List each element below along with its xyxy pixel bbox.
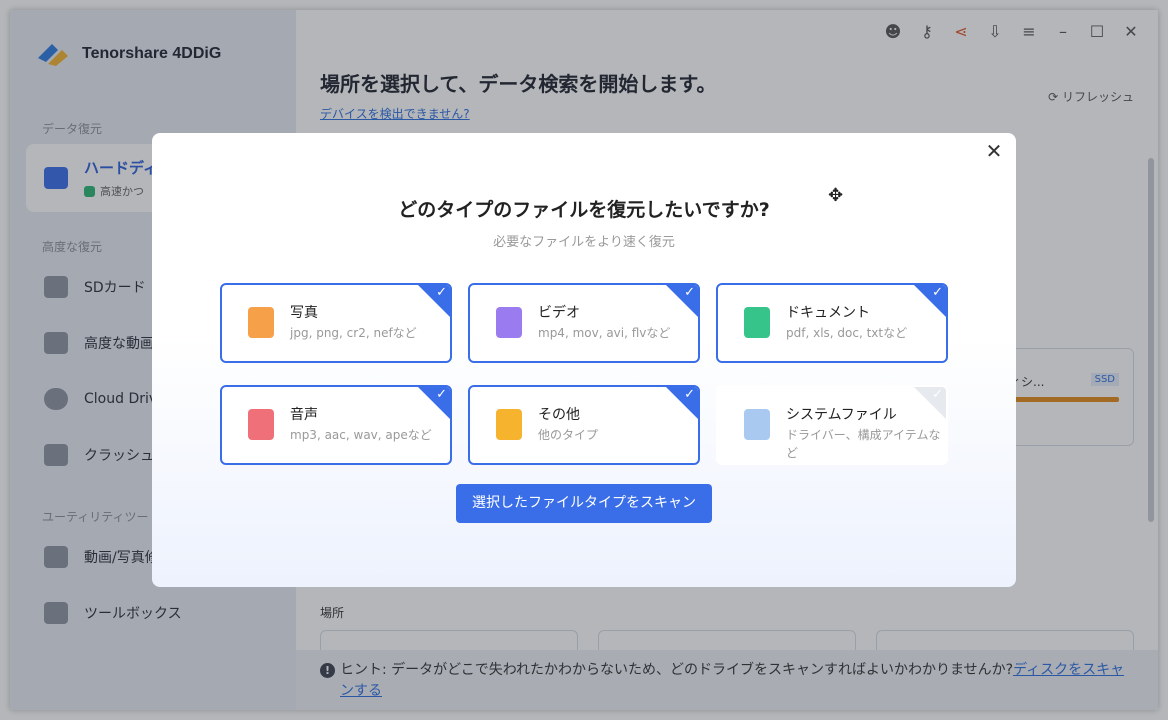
checkmark-icon: ✓ xyxy=(684,285,695,300)
checkmark-icon: ✓ xyxy=(436,387,447,402)
card-extensions: pdf, xls, doc, txtなど xyxy=(786,326,908,340)
modal-backdrop: ✕ ✥ どのタイプのファイルを復元したいですか? 必要なファイルをより速く復元 … xyxy=(0,0,1168,720)
card-title: ビデオ xyxy=(538,305,580,321)
checkmark-icon: ✓ xyxy=(932,285,943,300)
card-extensions: mp3, aac, wav, apeなど xyxy=(290,428,432,442)
card-title: 音声 xyxy=(290,407,318,423)
card-extensions: mp4, mov, avi, flvなど xyxy=(538,326,671,340)
card-title: ドキュメント xyxy=(786,305,870,321)
dialog-title: どのタイプのファイルを復元したいですか? xyxy=(398,199,770,221)
file-type-dialog: ✕ ✥ どのタイプのファイルを復元したいですか? 必要なファイルをより速く復元 … xyxy=(152,133,1016,587)
checkmark-icon: ✓ xyxy=(684,387,695,402)
card-extensions: 他のタイプ xyxy=(538,428,599,442)
scan-selected-types-button[interactable]: 選択したファイルタイプをスキャン xyxy=(456,484,712,523)
dialog-subtitle: 必要なファイルをより速く復元 xyxy=(493,235,675,250)
photo-icon xyxy=(248,307,274,338)
file-type-card-other[interactable]: その他 他のタイプ ✓ xyxy=(468,385,700,465)
audio-icon xyxy=(248,409,274,440)
card-extensions: jpg, png, cr2, nefなど xyxy=(290,326,417,340)
system-file-icon xyxy=(744,409,770,440)
card-extensions: ドライバー、構成アイテムなど xyxy=(786,428,941,460)
card-title: 写真 xyxy=(290,305,318,321)
checkmark-icon: ✓ xyxy=(932,387,943,402)
file-type-card-audio[interactable]: 音声 mp3, aac, wav, apeなど ✓ xyxy=(220,385,452,465)
close-icon[interactable]: ✕ xyxy=(984,141,1004,161)
document-icon xyxy=(744,307,770,338)
file-type-card-video[interactable]: ビデオ mp4, mov, avi, flvなど ✓ xyxy=(468,283,700,363)
card-title: システムファイル xyxy=(786,407,897,423)
file-type-card-photo[interactable]: 写真 jpg, png, cr2, nefなど ✓ xyxy=(220,283,452,363)
checkmark-icon: ✓ xyxy=(436,285,447,300)
file-type-card-system[interactable]: システムファイル ドライバー、構成アイテムなど ✓ xyxy=(716,385,948,465)
file-type-card-document[interactable]: ドキュメント pdf, xls, doc, txtなど ✓ xyxy=(716,283,948,363)
card-title: その他 xyxy=(538,407,580,423)
video-icon xyxy=(496,307,522,338)
star-icon xyxy=(496,409,522,440)
